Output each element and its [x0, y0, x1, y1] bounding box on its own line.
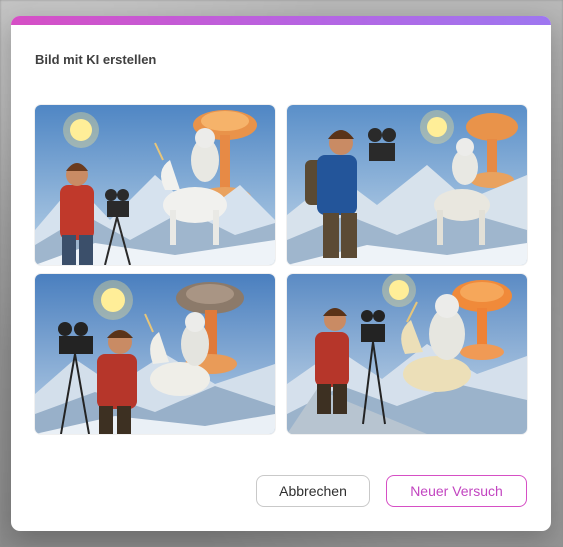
- dialog-title: Bild mit KI erstellen: [35, 52, 157, 67]
- retry-button[interactable]: Neuer Versuch: [386, 475, 527, 507]
- generated-image-3[interactable]: [35, 274, 275, 434]
- generated-image-2[interactable]: [287, 105, 527, 265]
- dialog-accent-bar: [11, 16, 551, 25]
- ai-image-dialog: Bild mit KI erstellen Abbrechen Neuer Ve…: [11, 16, 551, 531]
- dialog-footer: Abbrechen Neuer Versuch: [256, 475, 527, 507]
- cancel-button[interactable]: Abbrechen: [256, 475, 370, 507]
- generated-image-4[interactable]: [287, 274, 527, 434]
- image-grid: [35, 105, 527, 434]
- generated-image-1[interactable]: [35, 105, 275, 265]
